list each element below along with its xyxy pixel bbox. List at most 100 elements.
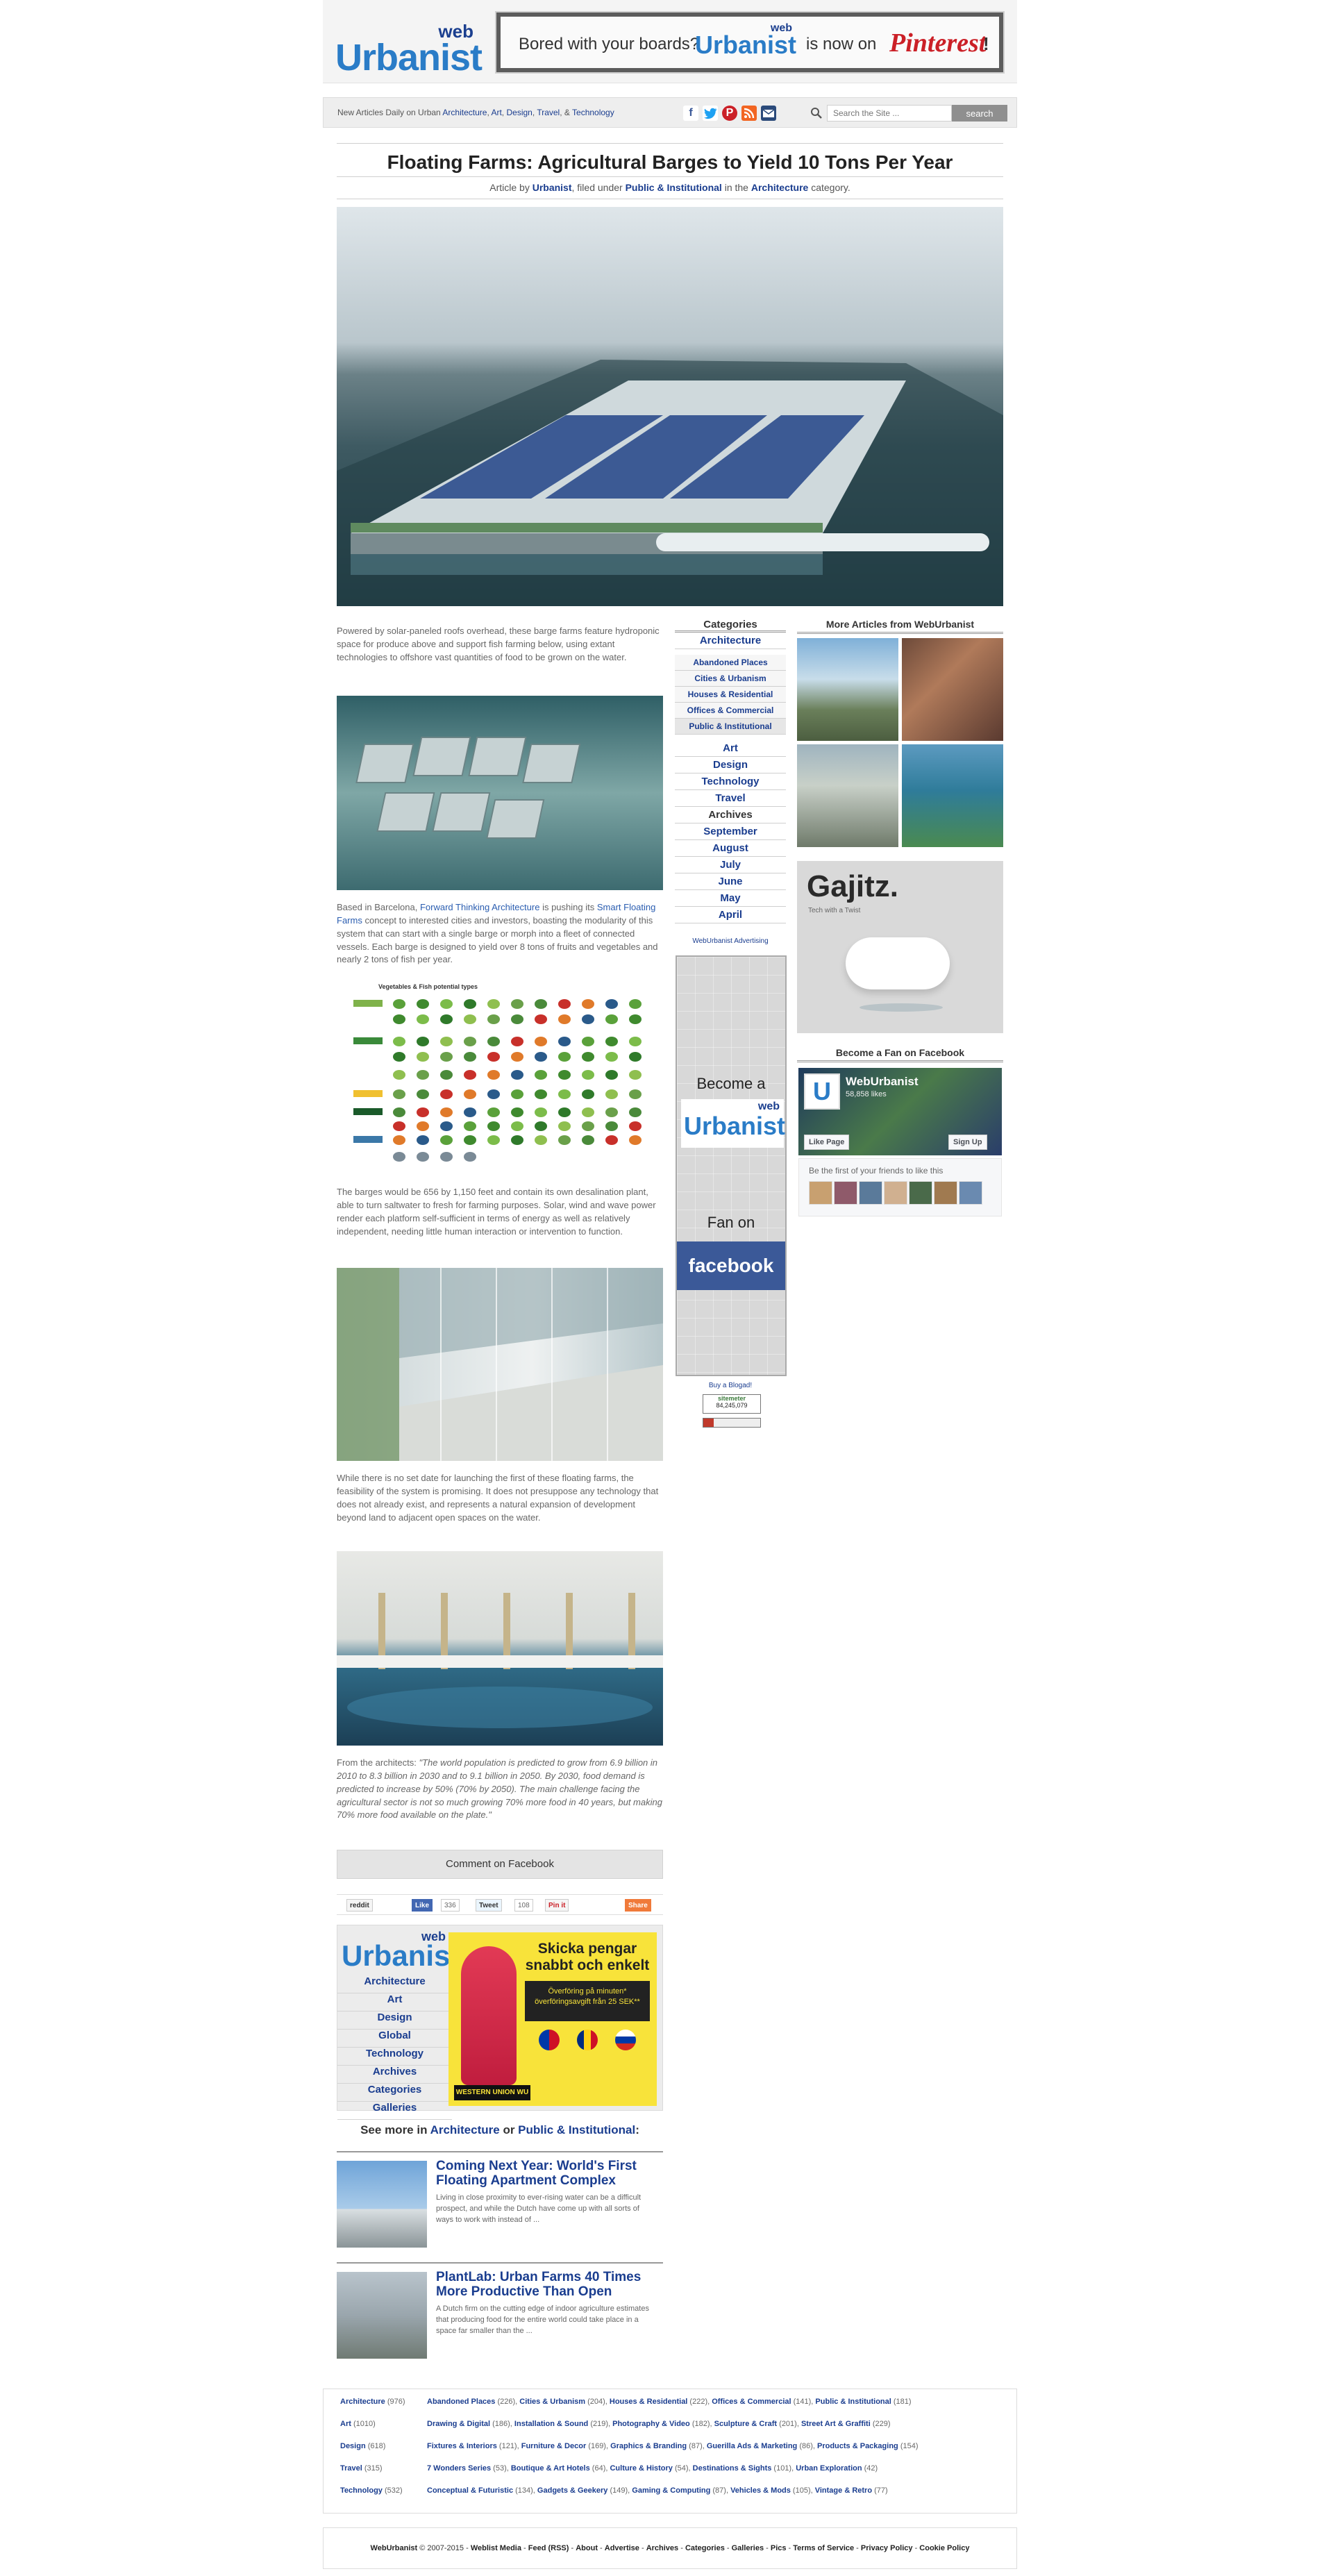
category-travel[interactable]: Travel (675, 790, 786, 807)
search-button[interactable]: search (952, 105, 1007, 122)
lower-link[interactable]: Design (337, 2012, 452, 2030)
nav-link-design[interactable]: Design (506, 108, 532, 117)
category-art[interactable]: Art (675, 740, 786, 757)
filed-under-link[interactable]: Public & Institutional (626, 182, 722, 193)
lower-link[interactable]: Categories (337, 2084, 452, 2102)
lower-link[interactable]: Global (337, 2030, 452, 2048)
category-architecture[interactable]: Architecture (675, 633, 786, 649)
pinterest-banner[interactable]: Bored with your boards? web Urbanist is … (495, 11, 1005, 74)
category-cities-urbanism[interactable]: Cities & Urbanism (675, 671, 786, 687)
facebook-like-button[interactable]: Like (412, 1899, 433, 1912)
buy-blogad-link[interactable]: Buy a Blogad! (675, 1382, 786, 1389)
share-button[interactable]: Share (625, 1899, 651, 1912)
more-article-thumbnail[interactable] (902, 744, 1003, 847)
lower-ad-logo[interactable]: web Urbanist (342, 1930, 460, 1973)
footer-subcategory-link[interactable]: Destinations & Sights (693, 2464, 772, 2473)
friend-avatar[interactable] (834, 1181, 857, 1205)
friend-avatar[interactable] (809, 1181, 832, 1205)
footer-link[interactable]: Feed (RSS) (528, 2544, 569, 2552)
footer-subcategory-link[interactable]: Vintage & Retro (815, 2486, 872, 2495)
footer-main-category[interactable]: Art (1010) (340, 2420, 424, 2428)
footer-subcategory-link[interactable]: 7 Wonders Series (427, 2464, 491, 2473)
nav-link-technology[interactable]: Technology (572, 108, 614, 117)
footer-subcategory-link[interactable]: Boutique & Art Hotels (511, 2464, 590, 2473)
related-article[interactable]: PlantLab: Urban Farms 40 Times More Prod… (337, 2262, 663, 2359)
nav-link-art[interactable]: Art (491, 108, 501, 117)
related-title[interactable]: Coming Next Year: World's First Floating… (436, 2159, 658, 2188)
footer-link[interactable]: Terms of Service (793, 2544, 854, 2552)
footer-subcategory-link[interactable]: Conceptual & Futuristic (427, 2486, 513, 2495)
category-abandoned-places[interactable]: Abandoned Places (675, 655, 786, 671)
footer-subcategory-link[interactable]: Installation & Sound (514, 2420, 588, 2428)
category-link[interactable]: Architecture (751, 182, 808, 193)
footer-subcategory-link[interactable]: Offices & Commercial (712, 2398, 791, 2406)
western-union-ad[interactable]: Skicka pengar snabbt och enkelt Överföri… (448, 1932, 657, 2106)
author-link[interactable]: Urbanist (533, 182, 572, 193)
counter-badge[interactable] (703, 1418, 761, 1428)
pinterest-icon[interactable]: P (722, 106, 737, 121)
nav-link-travel[interactable]: Travel (537, 108, 560, 117)
pin-it-button[interactable]: Pin it (545, 1899, 569, 1912)
footer-link[interactable]: Galleries (732, 2544, 764, 2552)
footer-main-category[interactable]: Travel (315) (340, 2464, 424, 2473)
friend-avatar[interactable] (959, 1181, 982, 1205)
footer-subcategory-link[interactable]: Public & Institutional (815, 2398, 891, 2406)
rss-icon[interactable] (741, 106, 757, 121)
lower-link[interactable]: Archives (337, 2066, 452, 2084)
footer-link[interactable]: Advertise (605, 2544, 639, 2552)
category-public-institutional[interactable]: Public & Institutional (675, 719, 786, 735)
footer-subcategory-link[interactable]: Culture & History (610, 2464, 672, 2473)
footer-subcategory-link[interactable]: Cities & Urbanism (519, 2398, 585, 2406)
friend-avatar[interactable] (859, 1181, 882, 1205)
footer-link[interactable]: Pics (771, 2544, 787, 2552)
facebook-fan-ad[interactable]: Become a web Urbanist Fan on facebook (676, 955, 787, 1376)
more-article-thumbnail[interactable] (902, 638, 1003, 741)
category-design[interactable]: Design (675, 757, 786, 773)
related-thumbnail[interactable] (337, 2272, 427, 2359)
footer-subcategory-link[interactable]: Products & Packaging (817, 2442, 898, 2450)
more-article-thumbnail[interactable] (797, 744, 898, 847)
twitter-icon[interactable] (703, 106, 718, 121)
footer-link[interactable]: About (576, 2544, 598, 2552)
footer-subcategory-link[interactable]: Abandoned Places (427, 2398, 495, 2406)
comment-on-facebook-button[interactable]: Comment on Facebook (337, 1850, 663, 1879)
sitemeter-badge[interactable]: sitemeter 84,245,079 (703, 1394, 761, 1414)
friend-avatar[interactable] (884, 1181, 907, 1205)
footer-link[interactable]: Privacy Policy (861, 2544, 913, 2552)
gajitz-ad[interactable]: Gajitz. Tech with a Twist (797, 861, 1003, 1033)
related-title[interactable]: PlantLab: Urban Farms 40 Times More Prod… (436, 2270, 658, 2299)
footer-subcategory-link[interactable]: Gaming & Computing (632, 2486, 710, 2495)
fb-page-name[interactable]: WebUrbanist (846, 1075, 919, 1089)
archive-month[interactable]: July (675, 857, 786, 873)
footer-subcategory-link[interactable]: Guerilla Ads & Marketing (707, 2442, 797, 2450)
archive-month[interactable]: April (675, 907, 786, 923)
facebook-icon[interactable]: f (683, 106, 698, 121)
nav-link-architecture[interactable]: Architecture (442, 108, 487, 117)
copyright-site[interactable]: WebUrbanist (371, 2544, 418, 2552)
forward-thinking-link[interactable]: Forward Thinking Architecture (420, 902, 539, 912)
archive-month[interactable]: May (675, 890, 786, 907)
footer-subcategory-link[interactable]: Photography & Video (612, 2420, 690, 2428)
lower-link[interactable]: Galleries (337, 2102, 452, 2120)
email-icon[interactable] (761, 106, 776, 121)
footer-main-category[interactable]: Design (618) (340, 2442, 424, 2450)
footer-subcategory-link[interactable]: Vehicles & Mods (730, 2486, 791, 2495)
tweet-button[interactable]: Tweet (476, 1899, 502, 1912)
archive-month[interactable]: August (675, 840, 786, 857)
related-article[interactable]: Coming Next Year: World's First Floating… (337, 2151, 663, 2248)
category-offices-commercial[interactable]: Offices & Commercial (675, 703, 786, 719)
more-article-thumbnail[interactable] (797, 638, 898, 741)
footer-link[interactable]: Archives (646, 2544, 678, 2552)
category-houses-residential[interactable]: Houses & Residential (675, 687, 786, 703)
footer-subcategory-link[interactable]: Graphics & Branding (610, 2442, 687, 2450)
footer-subcategory-link[interactable]: Gadgets & Geekery (537, 2486, 608, 2495)
footer-subcategory-link[interactable]: Houses & Residential (610, 2398, 687, 2406)
site-logo[interactable]: web Urbanist (335, 21, 483, 78)
fb-sign-up-button[interactable]: Sign Up (948, 1135, 987, 1150)
footer-main-category[interactable]: Architecture (976) (340, 2398, 424, 2406)
archive-month[interactable]: September (675, 823, 786, 840)
footer-subcategory-link[interactable]: Sculpture & Craft (714, 2420, 777, 2428)
footer-subcategory-link[interactable]: Urban Exploration (796, 2464, 862, 2473)
footer-subcategory-link[interactable]: Drawing & Digital (427, 2420, 490, 2428)
footer-main-category[interactable]: Technology (532) (340, 2486, 424, 2495)
